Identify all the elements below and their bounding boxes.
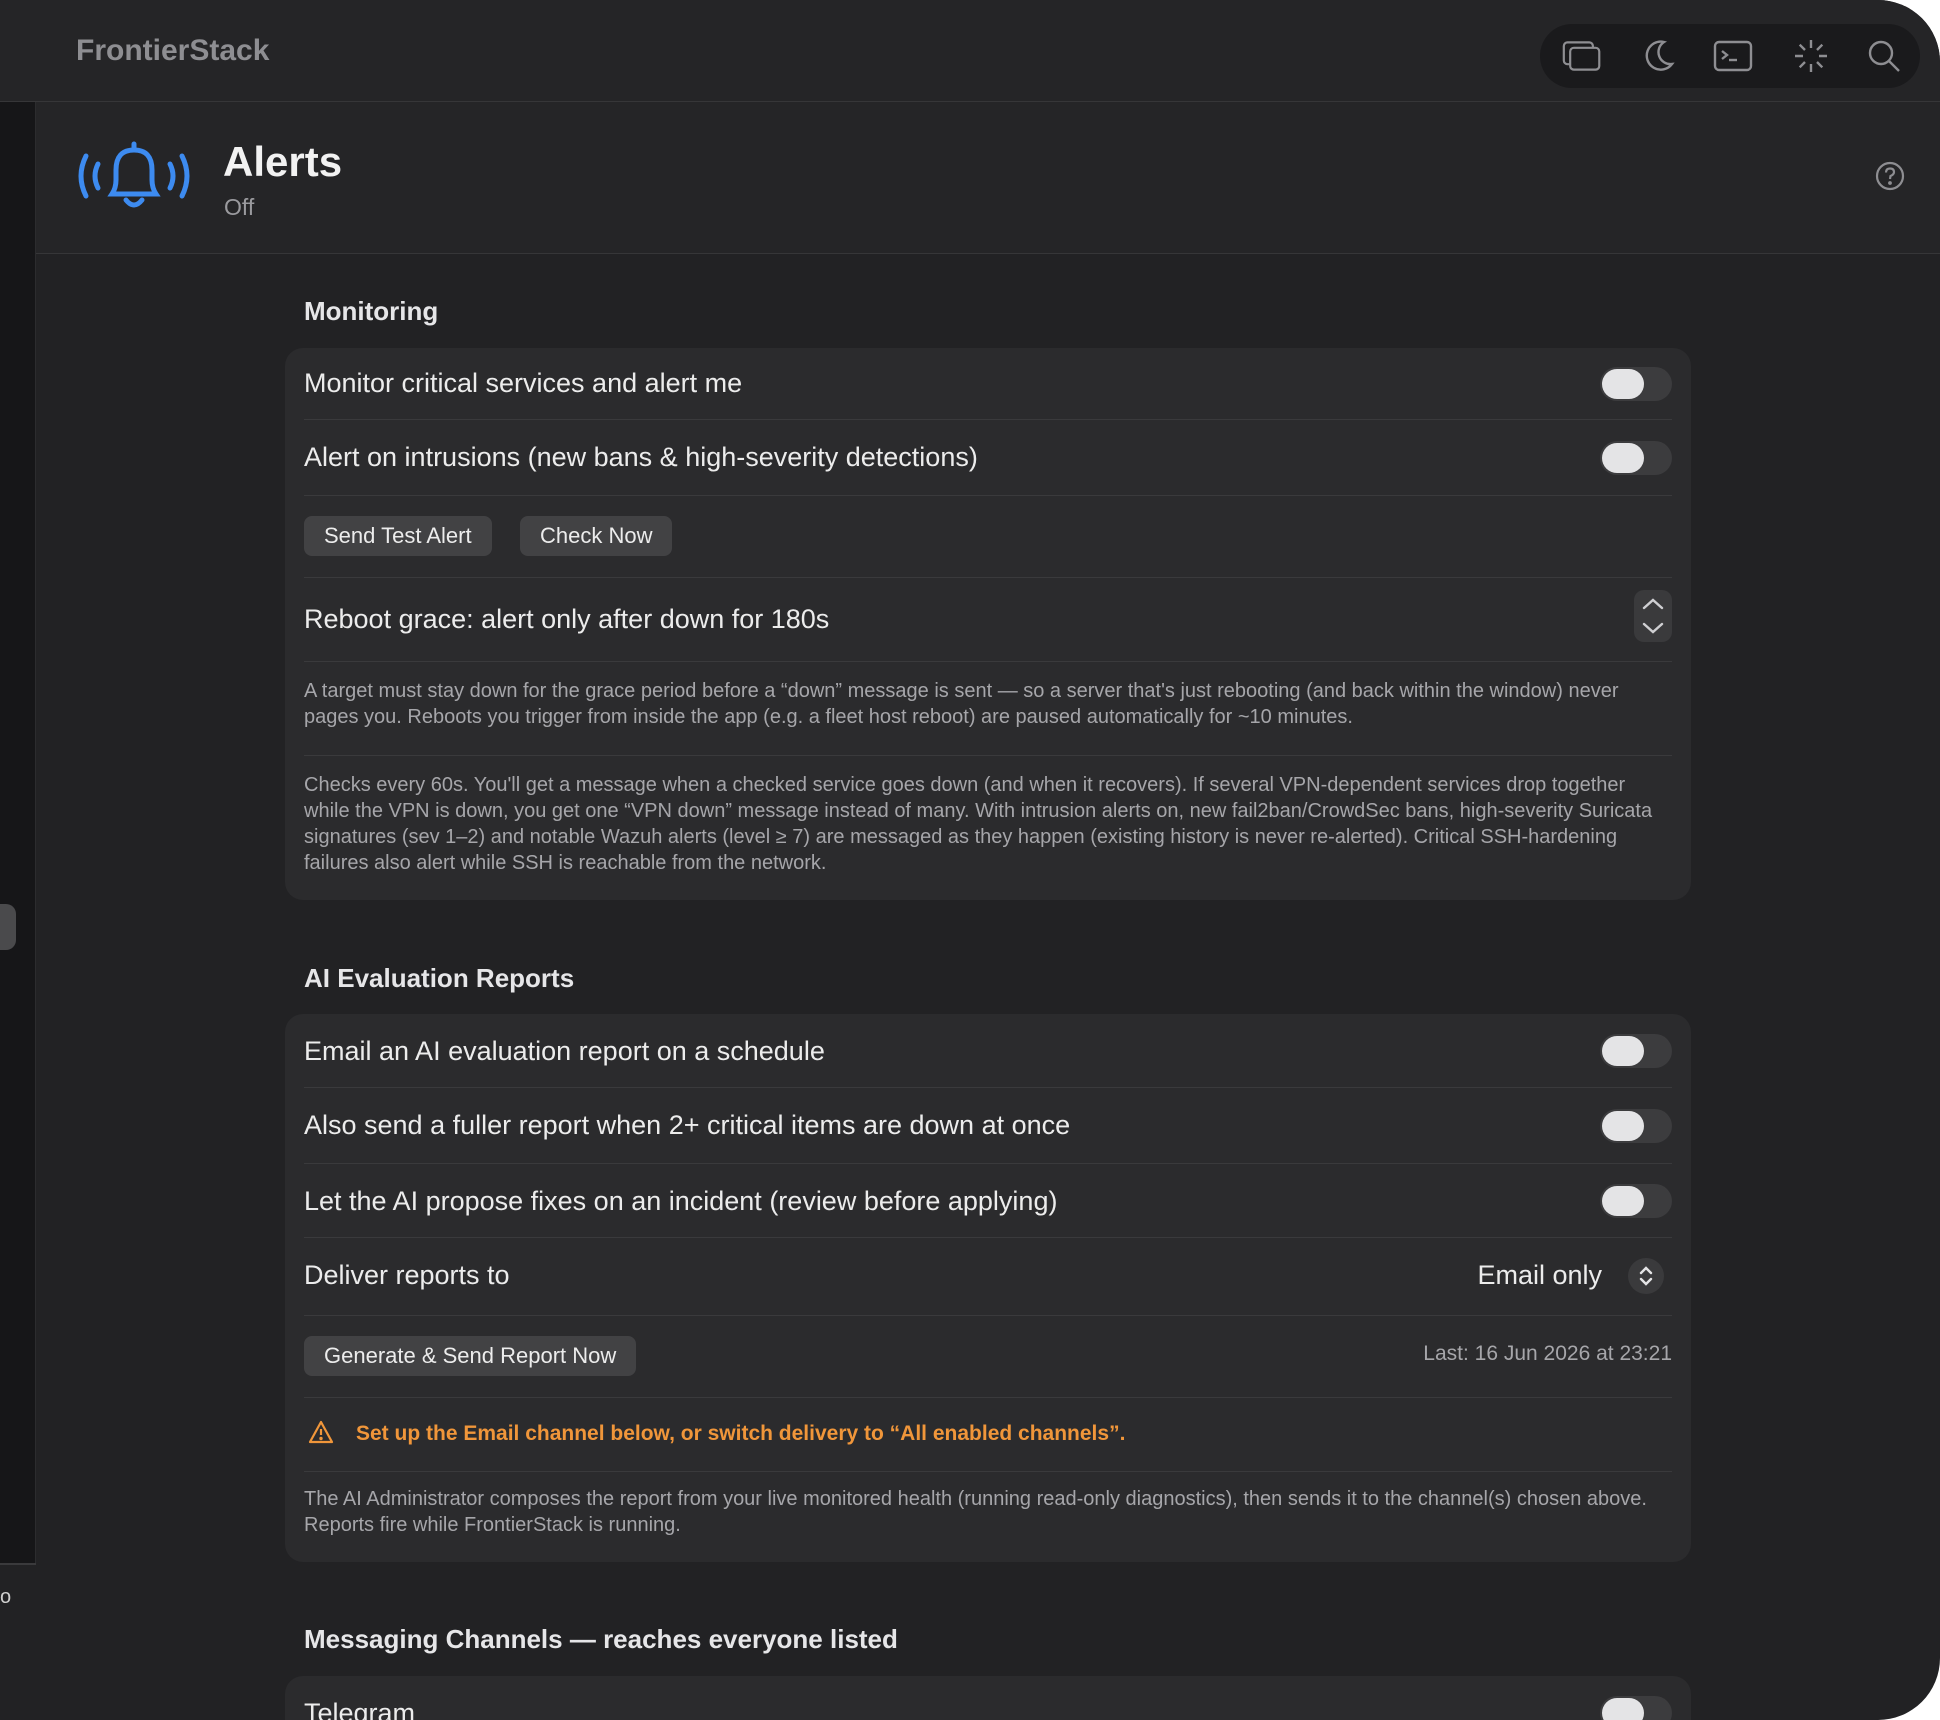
telegram-label: Telegram (304, 1698, 416, 1720)
monitor-services-toggle[interactable] (1600, 367, 1672, 401)
propose-fixes-label: Let the AI propose fixes on an incident … (304, 1186, 1058, 1216)
intrusions-label: Alert on intrusions (new bans & high-sev… (304, 442, 978, 472)
warning-row: Set up the Email channel below, or switc… (304, 1398, 1672, 1472)
schedule-toggle[interactable] (1600, 1034, 1672, 1068)
monitor-services-row: Monitor critical services and alert me (304, 348, 1672, 420)
sidebar-selected-indicator (0, 904, 16, 950)
search-icon[interactable] (1864, 38, 1904, 74)
monitor-services-label: Monitor critical services and alert me (304, 368, 743, 398)
deliver-row: Deliver reports to Email only (304, 1238, 1672, 1316)
fuller-report-toggle[interactable] (1600, 1109, 1672, 1143)
schedule-label: Email an AI evaluation report on a sched… (304, 1036, 825, 1066)
send-test-alert-button[interactable]: Send Test Alert (304, 516, 492, 556)
stepper-up-icon (1642, 598, 1664, 610)
telegram-toggle[interactable] (1600, 1696, 1672, 1720)
intrusions-row: Alert on intrusions (new bans & high-sev… (304, 420, 1672, 496)
bell-alert-icon (72, 140, 196, 221)
channels-section-title: Messaging Channels — reaches everyone li… (304, 1624, 898, 1654)
reboot-grace-row: Reboot grace: alert only after down for … (304, 578, 1672, 662)
toolbar (1540, 24, 1920, 88)
sparkle-icon[interactable] (1791, 38, 1831, 74)
deliver-select-value[interactable]: Email only (1477, 1260, 1602, 1291)
check-now-button[interactable]: Check Now (520, 516, 673, 556)
page-status: Off (224, 194, 255, 220)
app-title: FrontierStack (76, 34, 270, 67)
monitoring-section-title: Monitoring (304, 296, 439, 326)
ai-help-text: The AI Administrator composes the report… (304, 1488, 1647, 1536)
reboot-grace-label: Reboot grace: alert only after down for … (304, 604, 830, 634)
sidebar (0, 102, 36, 1564)
last-report-timestamp: Last: 16 Jun 2026 at 23:21 (1423, 1342, 1672, 1365)
propose-fixes-row: Let the AI propose fixes on an incident … (304, 1164, 1672, 1238)
deliver-label: Deliver reports to (304, 1260, 510, 1290)
checks-help-text: Checks every 60s. You'll get a message w… (304, 774, 1653, 874)
generate-send-report-button[interactable]: Generate & Send Report Now (304, 1336, 637, 1376)
app-window: o FrontierStack Alerts Off Monitoring Mo… (0, 0, 1940, 1720)
checks-help-row: Checks every 60s. You'll get a message w… (304, 756, 1672, 900)
moon-icon[interactable] (1638, 38, 1678, 74)
ai-reports-section-title: AI Evaluation Reports (304, 963, 575, 993)
windows-icon[interactable] (1562, 38, 1602, 74)
ai-reports-card: Email an AI evaluation report on a sched… (285, 1014, 1691, 1562)
generate-row: Generate & Send Report Now Last: 16 Jun … (304, 1316, 1672, 1398)
title-bar: FrontierStack (0, 0, 1940, 102)
sidebar-divider (0, 1563, 36, 1565)
grace-help-text: A target must stay down for the grace pe… (304, 680, 1619, 728)
telegram-row: Telegram (304, 1676, 1672, 1720)
channels-card: Telegram (285, 1676, 1691, 1720)
stepper-down-icon (1642, 622, 1664, 634)
reboot-grace-stepper[interactable] (1634, 590, 1672, 642)
help-icon[interactable] (1874, 160, 1906, 197)
schedule-row: Email an AI evaluation report on a sched… (304, 1014, 1672, 1088)
monitoring-card: Monitor critical services and alert me A… (285, 348, 1691, 900)
fuller-report-label: Also send a fuller report when 2+ critic… (304, 1110, 1071, 1140)
email-warning-text: Set up the Email channel below, or switc… (356, 1422, 1126, 1445)
actions-row: Send Test Alert Check Now (304, 496, 1672, 578)
ai-help-row: The AI Administrator composes the report… (304, 1472, 1672, 1562)
deliver-select-chevron-icon[interactable] (1628, 1258, 1664, 1294)
grace-help-row: A target must stay down for the grace pe… (304, 662, 1672, 756)
fuller-report-row: Also send a fuller report when 2+ critic… (304, 1088, 1672, 1164)
intrusions-toggle[interactable] (1600, 441, 1672, 475)
propose-fixes-toggle[interactable] (1600, 1184, 1672, 1218)
sidebar-bottom-label: o (0, 1586, 12, 1608)
page-header: Alerts Off (36, 102, 1940, 254)
terminal-icon[interactable] (1713, 38, 1753, 74)
page-title: Alerts (223, 138, 343, 185)
warning-triangle-icon (308, 1420, 334, 1449)
